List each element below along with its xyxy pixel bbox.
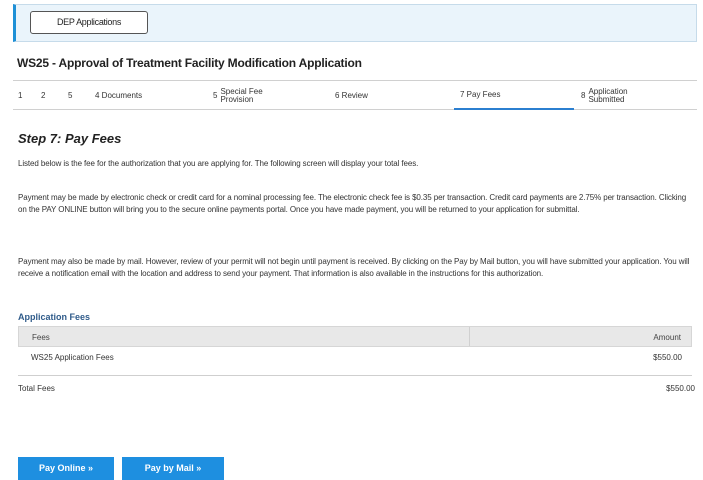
pay-by-mail-button[interactable]: Pay by Mail » xyxy=(122,457,224,480)
divider xyxy=(18,375,692,376)
step-label: 2 xyxy=(41,90,46,100)
fee-name: WS25 Application Fees xyxy=(31,353,114,362)
step-application-submitted[interactable]: 8 Application Submitted xyxy=(581,81,691,110)
mail-payment-text: Payment may also be made by mail. Howeve… xyxy=(18,257,690,278)
step-label: Application Submitted xyxy=(588,86,628,104)
fee-intro-text: Listed below is the fee for the authoriz… xyxy=(18,159,419,168)
total-fees-label: Total Fees xyxy=(18,384,55,393)
step-special-fee-provision[interactable]: 5 Special Fee Provision xyxy=(213,81,323,110)
step-1[interactable]: 1 xyxy=(18,81,38,110)
fees-table: Fees Amount WS25 Application Fees $550.0… xyxy=(18,326,692,368)
step-3[interactable]: 5 xyxy=(68,81,88,110)
step-label: 1 xyxy=(18,90,23,100)
dep-applications-button[interactable]: DEP Applications xyxy=(30,11,148,34)
step-label: 4 Documents xyxy=(95,90,143,100)
step-label: 6 Review xyxy=(335,90,368,100)
online-payment-text: Payment may be made by electronic check … xyxy=(18,193,687,214)
column-divider xyxy=(469,327,470,346)
page-title: Step 7: Pay Fees xyxy=(18,131,122,146)
step-label: 7 Pay Fees xyxy=(460,89,501,99)
step-number: 5 xyxy=(213,90,218,100)
step-documents[interactable]: 4 Documents xyxy=(95,81,205,110)
total-fees-amount: $550.00 xyxy=(666,384,695,393)
step-label: Special Fee Provision xyxy=(220,86,263,104)
wizard-steps: 1 2 5 4 Documents 5 Special Fee Provisio… xyxy=(13,80,697,110)
fees-column-header: Fees xyxy=(32,333,50,342)
application-title: WS25 - Approval of Treatment Facility Mo… xyxy=(17,56,362,70)
fee-amount: $550.00 xyxy=(653,353,682,362)
step-pay-fees[interactable]: 7 Pay Fees xyxy=(454,81,574,110)
step-review[interactable]: 6 Review xyxy=(335,81,445,110)
fees-table-header: Fees Amount xyxy=(18,326,692,347)
step-number: 8 xyxy=(581,90,586,100)
step-2[interactable]: 2 xyxy=(41,81,61,110)
step-label: 5 xyxy=(68,90,73,100)
table-row: WS25 Application Fees $550.00 xyxy=(18,347,692,368)
pay-online-button[interactable]: Pay Online » xyxy=(18,457,114,480)
top-toolbar: DEP Applications xyxy=(13,4,697,42)
amount-column-header: Amount xyxy=(653,333,681,342)
application-fees-title: Application Fees xyxy=(18,312,91,322)
